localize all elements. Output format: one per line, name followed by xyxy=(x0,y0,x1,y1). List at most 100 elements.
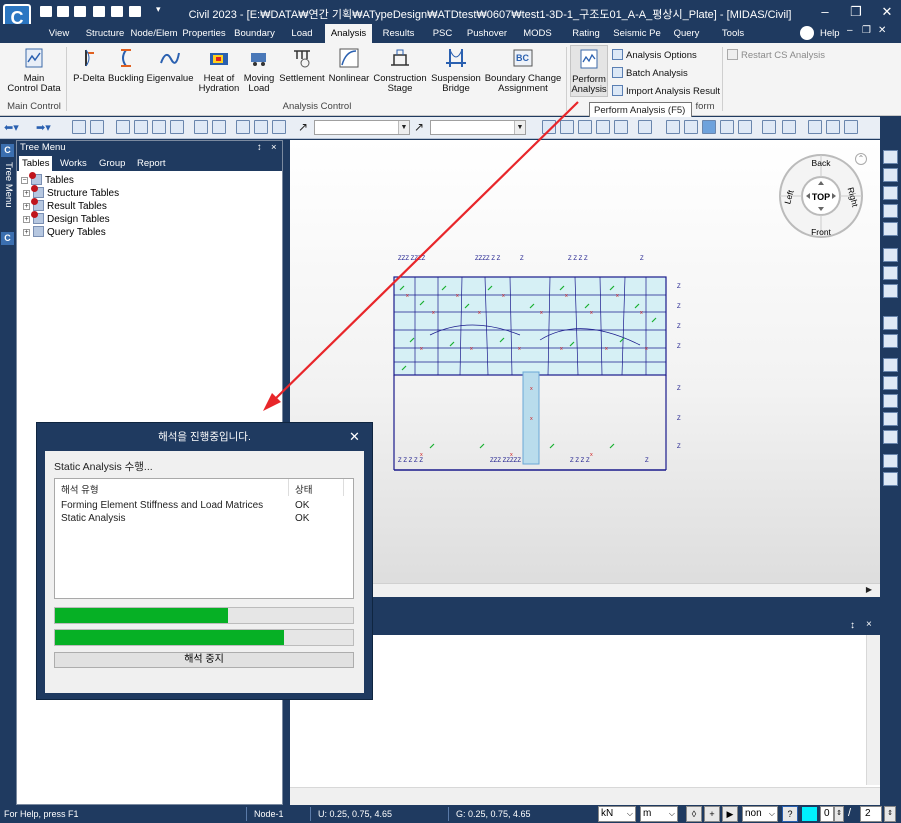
tab-node-elem[interactable]: Node/Elem xyxy=(130,24,178,43)
select-window-icon[interactable] xyxy=(116,120,130,134)
expand-icon[interactable]: + xyxy=(23,229,30,236)
tab-group[interactable]: Group xyxy=(96,156,128,171)
heat-of-hydration-button[interactable]: Heat of Hydration xyxy=(195,45,243,94)
element-icon[interactable] xyxy=(254,120,268,134)
display-select[interactable]: non ⌵ xyxy=(742,806,778,822)
select-polygon-icon[interactable] xyxy=(134,120,148,134)
message-vertical-scrollbar[interactable] xyxy=(866,635,880,785)
snap-grid-icon[interactable]: + xyxy=(704,806,720,822)
snap-icon[interactable] xyxy=(542,120,556,134)
model-viewport[interactable]: ⌃ Back Front Left Right TOP ZZZ ZZZZ ZZZZ… xyxy=(290,140,880,597)
new-file-icon[interactable] xyxy=(40,6,52,17)
select-all-icon[interactable] xyxy=(170,120,184,134)
back-view-icon[interactable] xyxy=(883,394,898,408)
identify-icon[interactable]: ↗ xyxy=(414,120,424,134)
message-horizontal-scrollbar[interactable] xyxy=(290,787,880,805)
zoom-all-icon[interactable] xyxy=(883,222,898,236)
boundary-icon[interactable] xyxy=(272,120,286,134)
spinner-icon[interactable]: ⇕ xyxy=(834,806,844,822)
tab-tools[interactable]: Tools xyxy=(711,24,755,43)
batch-analysis-button[interactable]: Batch Analysis xyxy=(612,67,688,79)
col-header-state[interactable]: 상태 xyxy=(295,482,312,496)
rotate-icon[interactable] xyxy=(883,266,898,280)
load-icon[interactable] xyxy=(614,120,628,134)
step-total-value[interactable]: 2 xyxy=(860,806,882,822)
tab-load[interactable]: Load xyxy=(282,24,322,43)
save-icon[interactable] xyxy=(74,6,86,17)
ribbon-restore-icon[interactable]: ❐ xyxy=(862,25,871,36)
tree-root-tables[interactable]: − Tables xyxy=(21,172,74,186)
redo-icon[interactable]: ➡▾ xyxy=(36,121,51,134)
perspective-icon[interactable] xyxy=(684,120,698,134)
tab-properties[interactable]: Properties xyxy=(179,24,229,43)
select-filter-combo[interactable]: ▼ xyxy=(314,120,410,135)
light-icon[interactable] xyxy=(738,120,752,134)
pdelta-button[interactable]: P-Delta xyxy=(70,45,108,84)
top-view-icon[interactable] xyxy=(883,334,898,348)
view-box-icon[interactable] xyxy=(666,120,680,134)
tab-rating[interactable]: Rating xyxy=(563,24,609,43)
export-icon[interactable] xyxy=(129,6,141,17)
grid-icon[interactable] xyxy=(560,120,574,134)
viewport-horizontal-scrollbar[interactable]: ▶ xyxy=(290,583,880,597)
close-icon[interactable]: × xyxy=(866,619,872,630)
close-icon[interactable]: ✕ xyxy=(874,2,900,22)
pointer-icon[interactable]: ↗ xyxy=(298,120,308,134)
render-icon[interactable] xyxy=(720,120,734,134)
color-swatch[interactable] xyxy=(802,807,817,821)
tab-tables[interactable]: Tables xyxy=(19,156,53,171)
tab-structure[interactable]: Structure xyxy=(82,24,128,43)
hidden-icon[interactable] xyxy=(702,120,716,134)
front-view-icon[interactable] xyxy=(883,358,898,372)
restart-cs-analysis-button[interactable]: Restart CS Analysis xyxy=(727,49,825,61)
tab-works[interactable]: Works xyxy=(57,156,90,171)
construction-stage-button[interactable]: Construction Stage xyxy=(372,45,428,94)
perform-analysis-button[interactable]: Perform Analysis xyxy=(570,45,608,97)
node-number-icon[interactable] xyxy=(762,120,776,134)
bottom-view-icon[interactable] xyxy=(883,430,898,444)
node-icon[interactable] xyxy=(236,120,250,134)
display-option-icon[interactable] xyxy=(826,120,840,134)
nonlinear-button[interactable]: Nonlinear xyxy=(326,45,372,84)
tab-report[interactable]: Report xyxy=(134,156,169,171)
analysis-options-button[interactable]: Analysis Options xyxy=(612,49,697,61)
save-as-icon[interactable] xyxy=(93,6,105,17)
boundary-change-assignment-button[interactable]: BC Boundary Change Assignment xyxy=(483,45,563,94)
play-icon[interactable] xyxy=(596,120,610,134)
step-start-value[interactable]: 0 xyxy=(820,806,834,822)
gear-icon[interactable] xyxy=(800,26,814,40)
help-button[interactable]: ? xyxy=(782,806,798,822)
restore-icon[interactable]: ❐ xyxy=(843,2,869,22)
tab-view[interactable]: View xyxy=(40,24,78,43)
import-analysis-result-button[interactable]: Import Analysis Result xyxy=(612,85,720,97)
unselect-icon[interactable] xyxy=(90,120,104,134)
tab-results[interactable]: Results xyxy=(376,24,421,43)
undo-icon[interactable]: ⬅▾ xyxy=(4,121,19,134)
settlement-button[interactable]: Settlement xyxy=(278,45,326,84)
inactivate-icon[interactable] xyxy=(212,120,226,134)
tab-query[interactable]: Query xyxy=(664,24,709,43)
task-pane-dock-icon[interactable]: C xyxy=(1,232,14,245)
move-icon[interactable] xyxy=(578,120,592,134)
play-icon[interactable]: ▶ xyxy=(722,806,738,822)
expand-icon[interactable]: + xyxy=(23,216,30,223)
force-unit-select[interactable]: kN ⌵ xyxy=(598,806,636,822)
eigenvalue-button[interactable]: Eigenvalue xyxy=(146,45,194,84)
analysis-steps-list[interactable]: 해석 유형 상태 Forming Element Stiffness and L… xyxy=(54,478,354,599)
activate-icon[interactable] xyxy=(194,120,208,134)
save-view-icon[interactable] xyxy=(883,454,898,468)
tab-psc[interactable]: PSC xyxy=(425,24,460,43)
identify-combo[interactable]: ▼ xyxy=(430,120,526,135)
tree-menu-side-tab[interactable]: Tree Menu xyxy=(0,162,14,208)
zoom-out-icon[interactable] xyxy=(883,204,898,218)
display-icon[interactable] xyxy=(808,120,822,134)
col-header-type[interactable]: 해석 유형 xyxy=(61,482,99,496)
stop-analysis-button[interactable]: 해석 중지 xyxy=(54,652,354,668)
view-top-label[interactable]: TOP xyxy=(812,192,830,202)
length-unit-select[interactable]: m ⌵ xyxy=(640,806,678,822)
pin-icon[interactable]: ↕ xyxy=(257,141,262,155)
tree-item-design-tables[interactable]: + Design Tables xyxy=(23,211,110,225)
scroll-right-icon[interactable]: ▶ xyxy=(866,585,872,594)
ribbon-minimize-icon[interactable]: – xyxy=(847,25,853,36)
open-file-icon[interactable] xyxy=(57,6,69,17)
